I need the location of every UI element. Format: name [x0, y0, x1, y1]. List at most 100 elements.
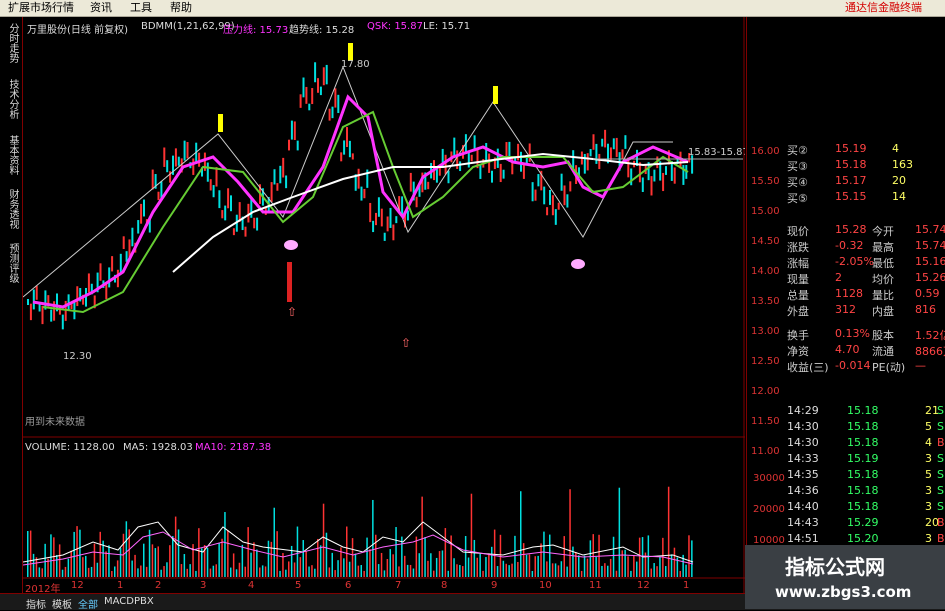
candlestick — [392, 224, 395, 241]
volume-bar — [285, 569, 287, 577]
volume-bar — [653, 563, 655, 577]
magenta-line — [32, 94, 689, 309]
candlestick — [253, 217, 256, 229]
volume-bar — [314, 568, 316, 577]
volume-bar — [604, 563, 606, 577]
candlestick — [293, 121, 296, 140]
tab-technical[interactable]: 技术分析 — [3, 79, 18, 119]
candlestick — [583, 153, 586, 174]
candlestick — [317, 78, 319, 93]
date-tick-label: 3 — [200, 580, 207, 591]
date-tick-label: 12 — [71, 580, 84, 591]
candlestick — [549, 190, 551, 205]
tick-flag: S — [937, 468, 944, 481]
volume-bar — [348, 561, 351, 577]
menu-tools[interactable]: 工具 — [130, 1, 152, 15]
volume-bar — [32, 553, 35, 577]
candlestick — [186, 142, 189, 159]
candlestick — [444, 154, 447, 175]
candlestick — [528, 143, 531, 162]
candlestick — [531, 182, 534, 202]
watermark: 指标公式网 www.zbgs3.com — [745, 545, 945, 609]
volume-bar — [377, 564, 380, 577]
stat-value: 0.59 — [915, 287, 940, 300]
candlestick — [592, 134, 595, 150]
menu-help[interactable]: 帮助 — [170, 1, 192, 15]
candlestick — [427, 181, 430, 190]
tick-volume: 5 — [925, 468, 932, 481]
volume-bar — [415, 536, 418, 577]
promo-text[interactable]: 通达信金融终端 — [845, 1, 922, 15]
candlestick — [459, 161, 462, 172]
sell-signal-marker — [218, 114, 223, 132]
volume-bar — [522, 543, 525, 577]
tick-flag: B — [937, 516, 945, 529]
volume-bars — [27, 486, 693, 577]
chart-area[interactable]: 万里股份(日线 前复权) BDMM(1,21,62,99) 压力线: 15.73… — [23, 17, 785, 595]
volume-bar — [261, 565, 264, 577]
stat-key: 净资 — [787, 345, 809, 358]
candlestick — [218, 190, 221, 209]
date-tick-label: 11 — [589, 580, 602, 591]
tick-volume: 3 — [925, 500, 932, 513]
stat-value: 15.16 — [915, 255, 945, 268]
volume-bar — [499, 534, 502, 577]
volume-bar — [560, 561, 563, 577]
volume-bar — [563, 536, 565, 577]
stat-row: 现价 15.28 今开 15.74 — [747, 222, 945, 238]
candlestick — [174, 148, 177, 167]
bid-price: 15.19 — [835, 142, 867, 155]
tab-pbx[interactable]: PBX — [134, 596, 154, 607]
menu-extended-market[interactable]: 扩展市场行情 — [8, 1, 74, 15]
candlestick — [360, 186, 363, 201]
candlestick — [302, 77, 305, 98]
volume-bar — [189, 564, 191, 577]
candlestick — [212, 185, 215, 198]
volume-bar — [520, 491, 522, 577]
stat-row: 总量 1128 量比 0.59 — [747, 286, 945, 302]
menu-news[interactable]: 资讯 — [90, 1, 112, 15]
candlestick — [119, 253, 122, 274]
volume-bar — [224, 512, 226, 577]
candlestick — [386, 216, 389, 232]
volume-bar — [551, 563, 554, 577]
volume-bar — [232, 553, 235, 577]
stat-value: -0.014 — [835, 359, 871, 372]
tick-flag: S — [937, 500, 944, 513]
tab-rating[interactable]: 预测评级 — [3, 243, 18, 283]
candlestick — [621, 149, 624, 159]
candlestick — [221, 210, 224, 219]
volume-bar — [496, 566, 499, 577]
volume-bar — [259, 567, 261, 577]
candlestick — [569, 181, 572, 192]
candlestick — [340, 152, 343, 162]
volume-bar — [531, 570, 534, 577]
volume-bar — [116, 560, 119, 577]
bid-volume: 14 — [892, 190, 906, 203]
volume-bar — [114, 566, 116, 577]
candlestick — [551, 195, 554, 216]
candlestick — [479, 164, 482, 179]
tab-finance[interactable]: 财务透视 — [3, 189, 18, 229]
tick-row: 14:36 15.18 3 S — [747, 483, 945, 499]
tick-flag: B — [937, 436, 945, 449]
volume-bar — [70, 550, 72, 577]
candlestick — [137, 220, 140, 234]
tab-profile[interactable]: 基本资料 — [3, 135, 18, 175]
candlestick — [604, 129, 607, 148]
tick-volume: 3 — [925, 452, 932, 465]
kline-chart[interactable]: ⇧ ⇧ 17.80 12.30 15.83-15.87 用到未来数据 VOLUM… — [23, 17, 745, 593]
volume-bar — [79, 529, 81, 577]
low-label: 12.30 — [63, 351, 92, 362]
stat-key: 涨幅 — [787, 257, 809, 270]
tab-intraday[interactable]: 分时走势 — [3, 23, 18, 63]
volume-bar — [372, 499, 374, 577]
volume-bar — [302, 540, 304, 577]
tab-macd[interactable]: MACD — [104, 596, 134, 607]
candlestick — [35, 285, 38, 300]
green-ma-line — [42, 110, 689, 314]
volume-bar — [108, 545, 110, 577]
bid-volume: 4 — [892, 142, 899, 155]
volume-bar — [73, 531, 75, 577]
stat-value: 15.74 — [915, 223, 945, 236]
